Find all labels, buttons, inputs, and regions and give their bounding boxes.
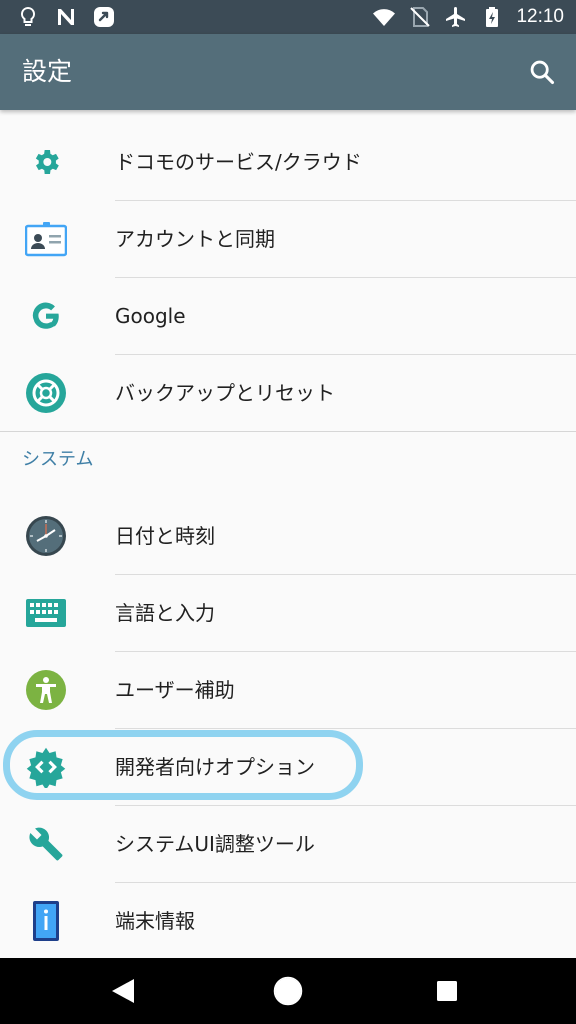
navigation-bar [0,958,576,1024]
section-header-system: システム [22,449,94,470]
settings-item-backup-reset[interactable]: バックアップとリセット [0,355,576,431]
page-title: 設定 [22,57,73,86]
google-icon [32,302,59,329]
settings-item-label: アカウントと同期 [115,227,275,251]
settings-item-label: ドコモのサービス/クラウド [115,150,362,174]
settings-item-label: バックアップとリセット [115,381,335,405]
settings-item-google[interactable]: Google [0,278,576,354]
wifi-icon [373,9,396,26]
settings-item-label: ユーザー補助 [115,678,235,702]
wrench-icon [29,827,63,861]
settings-item-label: 開発者向けオプション [115,755,315,779]
recents-button[interactable] [427,971,467,1011]
airplane-icon [446,7,466,27]
settings-item-docomo-service[interactable]: ドコモのサービス/クラウド [0,124,576,200]
developer-options-icon [26,747,66,788]
settings-item-system-ui-tuner[interactable]: システムUI調整ツール [0,806,576,882]
account-card-icon [25,222,67,257]
phone-info-icon [33,901,59,941]
search-icon [530,60,555,85]
settings-item-label: 端末情報 [115,909,195,933]
settings-item-label: 日付と時刻 [115,524,215,548]
back-icon [112,979,134,1003]
back-button[interactable] [103,971,143,1011]
battery-icon [486,7,499,27]
section-divider [0,431,576,432]
settings-item-developer-options[interactable]: 開発者向けオプション [0,729,576,805]
home-button[interactable] [268,971,308,1011]
sync-icon [94,7,114,27]
app-bar: 設定 [0,34,576,110]
accessibility-icon [26,670,66,710]
keyboard-icon [26,599,66,627]
no-sim-icon [410,7,431,27]
status-bar: 12:10 [0,0,576,34]
n-icon [58,9,74,25]
settings-item-accounts-sync[interactable]: アカウントと同期 [0,201,576,277]
bulb-icon [20,6,36,26]
recents-icon [437,981,457,1001]
settings-item-device-info[interactable]: 端末情報 [0,883,576,959]
home-icon [273,976,303,1006]
search-button[interactable] [522,52,562,92]
settings-item-accessibility[interactable]: ユーザー補助 [0,652,576,728]
settings-item-label: システムUI調整ツール [115,832,315,856]
status-time: 12:10 [516,6,564,27]
settings-item-label: Google [115,304,186,328]
backup-icon [26,373,66,413]
settings-item-date-time[interactable]: 日付と時刻 [0,498,576,574]
gear-icon [35,150,59,174]
settings-item-language-input[interactable]: 言語と入力 [0,575,576,651]
clock-icon [26,516,66,556]
settings-item-label: 言語と入力 [115,601,215,625]
